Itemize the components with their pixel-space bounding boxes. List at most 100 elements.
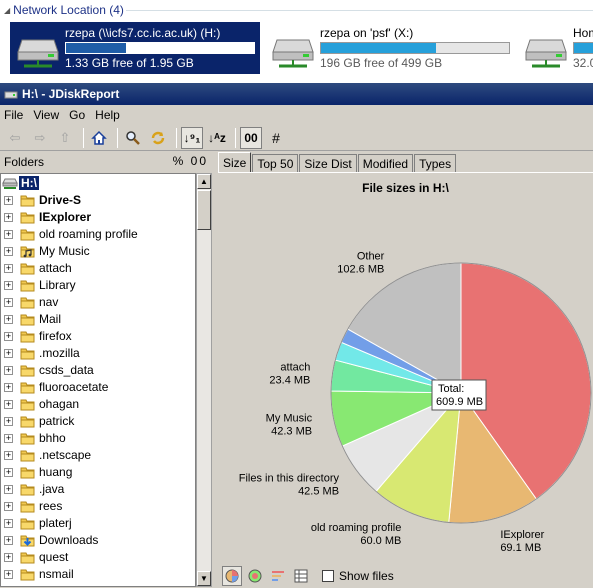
bar-chart-button[interactable] [268, 566, 288, 586]
expand-icon[interactable]: + [4, 519, 13, 528]
tab-types[interactable]: Types [414, 154, 457, 172]
folder-icon [20, 262, 35, 275]
home-icon[interactable] [88, 127, 110, 149]
table-view-button[interactable] [291, 566, 311, 586]
tab-size[interactable]: Size [218, 152, 252, 172]
expand-icon[interactable]: + [4, 553, 13, 562]
drive-h[interactable]: rzepa (\\icfs7.cc.ic.ac.uk) (H:) 1.33 GB… [10, 22, 260, 74]
slice-name-label: old roaming profile [311, 522, 402, 534]
expand-icon[interactable]: + [4, 281, 13, 290]
tab-top-50[interactable]: Top 50 [252, 154, 299, 172]
show-files-checkbox[interactable]: Show files [322, 569, 394, 583]
slice-value-label: 42.5 MB [298, 486, 339, 498]
folder-icon [20, 364, 35, 377]
tree-item[interactable]: + .mozilla [1, 345, 195, 362]
tree-root[interactable]: H:\ [1, 175, 195, 192]
expand-icon[interactable]: + [4, 247, 13, 256]
tree-item[interactable]: + attach [1, 260, 195, 277]
toolbar-separator [117, 127, 118, 148]
magnifier-icon[interactable] [122, 127, 144, 149]
expand-icon[interactable]: + [4, 485, 13, 494]
tree-item[interactable]: + firefox [1, 328, 195, 345]
pie-chart-button[interactable] [222, 566, 242, 586]
tree-item[interactable]: + Mail [1, 311, 195, 328]
refresh-icon[interactable] [147, 127, 169, 149]
expand-icon[interactable]: + [4, 264, 13, 273]
tree-item[interactable]: + My Music [1, 243, 195, 260]
forward-arrow-icon[interactable]: ⇨ [29, 127, 51, 149]
tree-item[interactable]: + huang [1, 464, 195, 481]
expand-icon[interactable]: + [4, 349, 13, 358]
expand-icon[interactable]: + [4, 213, 13, 222]
folder-tree-scrollbar[interactable]: ▲ ▼ [196, 173, 212, 587]
tree-item[interactable]: + Drive-S [1, 192, 195, 209]
total-tooltip: Total:609.9 MB [431, 379, 487, 411]
sort-descending-button[interactable]: ↓⁹₁ [181, 126, 203, 149]
folder-icon [20, 500, 35, 513]
sort-ascending-button[interactable]: ↓ᴬz [206, 127, 228, 149]
tree-item[interactable]: + old roaming profile [1, 226, 195, 243]
tree-item[interactable]: + bhho [1, 430, 195, 447]
tree-item[interactable]: + IExplorer [1, 209, 195, 226]
tree-item[interactable]: + fluoroacetate [1, 379, 195, 396]
tree-item[interactable]: + ohagan [1, 396, 195, 413]
expand-icon[interactable]: + [4, 383, 13, 392]
expand-icon[interactable]: + [4, 434, 13, 443]
menu-file[interactable]: File [4, 108, 23, 122]
folder-tree[interactable]: H:\ + Drive-S + IExplorer + old roaming profi… [0, 173, 196, 587]
slice-name-label: Files in this directory [239, 473, 340, 485]
tree-root-label: H:\ [19, 176, 39, 190]
tab-size-dist[interactable]: Size Dist [299, 154, 357, 172]
expand-icon[interactable]: + [4, 196, 13, 205]
percent-toggle[interactable]: % [173, 154, 186, 168]
count-mode-button[interactable]: # [265, 127, 287, 149]
up-arrow-icon[interactable]: ⇧ [54, 127, 76, 149]
menu-help[interactable]: Help [95, 108, 120, 122]
ring-chart-button[interactable] [245, 566, 265, 586]
tree-item[interactable]: + rees [1, 498, 195, 515]
checkbox-box[interactable] [322, 570, 334, 582]
tree-item[interactable]: + nav [1, 294, 195, 311]
title-bar[interactable]: H:\ - JDiskReport [0, 83, 593, 105]
scroll-thumb[interactable] [197, 190, 211, 230]
tree-item[interactable]: + .java [1, 481, 195, 498]
tree-item[interactable]: + .netscape [1, 447, 195, 464]
network-drive-icon [17, 39, 59, 68]
drive-home[interactable]: Hom 32.0 [518, 22, 593, 74]
expand-icon[interactable]: + [4, 570, 13, 579]
expand-icon[interactable]: + [4, 400, 13, 409]
tree-item[interactable]: + nsmail [1, 566, 195, 583]
tree-item[interactable]: + Downloads [1, 532, 195, 549]
expand-icon[interactable]: + [4, 468, 13, 477]
menu-bar: File View Go Help [0, 105, 593, 125]
expand-icon[interactable]: + [4, 417, 13, 426]
expand-icon[interactable]: + [4, 230, 13, 239]
network-location-header[interactable]: ◢ Network Location (4) [4, 2, 124, 18]
expand-icon[interactable]: + [4, 451, 13, 460]
tree-item[interactable]: + Library [1, 277, 195, 294]
tree-item[interactable]: + csds_data [1, 362, 195, 379]
size-mode-button[interactable]: 00 [240, 126, 262, 149]
expand-icon[interactable]: + [4, 315, 13, 324]
scroll-up-button[interactable]: ▲ [197, 174, 211, 189]
folders-title: Folders [4, 155, 45, 169]
expand-icon[interactable]: + [4, 298, 13, 307]
expand-icon[interactable]: + [4, 366, 13, 375]
collapse-triangle-icon[interactable]: ◢ [4, 6, 10, 15]
tree-item[interactable]: + patrick [1, 413, 195, 430]
expand-icon[interactable]: + [4, 332, 13, 341]
tree-item[interactable]: + quest [1, 549, 195, 566]
menu-go[interactable]: Go [69, 108, 85, 122]
pie-chart[interactable]: D2IExplorer69.1 MBold roaming profile60.… [218, 173, 593, 563]
tree-item[interactable]: + platerj [1, 515, 195, 532]
expand-icon[interactable]: + [4, 502, 13, 511]
chart-area: D2IExplorer69.1 MBold roaming profile60.… [218, 172, 593, 562]
size-toggle[interactable]: 00 [191, 154, 208, 168]
back-arrow-icon[interactable]: ⇦ [4, 127, 26, 149]
tab-modified[interactable]: Modified [357, 154, 414, 172]
scroll-down-button[interactable]: ▼ [197, 571, 211, 586]
menu-view[interactable]: View [33, 108, 59, 122]
drive-x[interactable]: rzepa on 'psf' (X:) 196 GB free of 499 G… [265, 22, 515, 74]
expand-icon[interactable]: + [4, 536, 13, 545]
table-icon [294, 569, 308, 583]
